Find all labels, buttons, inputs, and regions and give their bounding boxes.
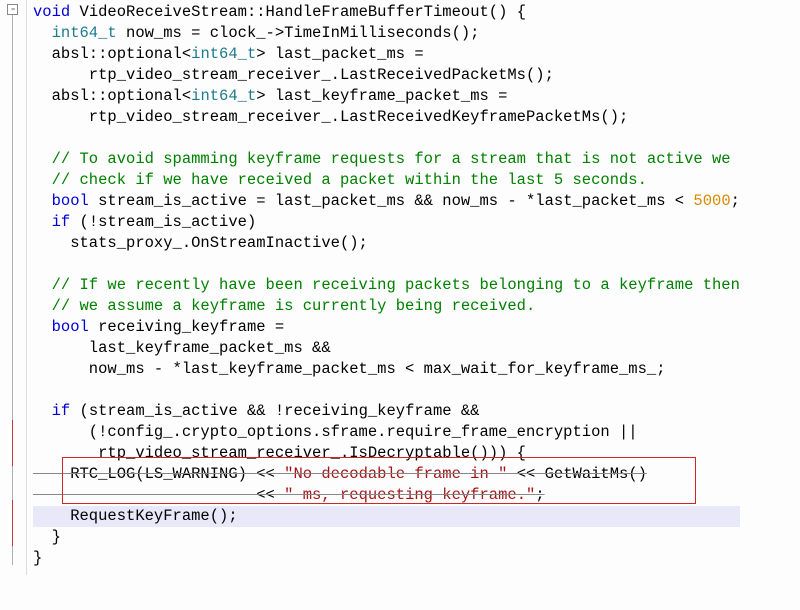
- tok: VideoReceiveStream::HandleFrameBufferTim…: [80, 3, 526, 21]
- tok-strike: <<: [33, 486, 284, 504]
- tok-num: 5000: [693, 192, 730, 210]
- tok-strike: RTC_LOG(LS_WARNING) <<: [33, 465, 284, 483]
- tok: stream_is_active = last_packet_ms && now…: [89, 192, 694, 210]
- tok: last_keyframe_packet_ms &&: [33, 339, 331, 357]
- tok-kw: if: [33, 213, 70, 231]
- tok-comment: // If we recently have been receiving pa…: [33, 276, 740, 294]
- tok: > last_keyframe_packet_ms =: [256, 87, 507, 105]
- tok-comment: // check if we have received a packet wi…: [33, 171, 647, 189]
- tok-kw: if: [33, 402, 70, 420]
- tok: absl::optional<: [33, 87, 191, 105]
- tok-kw: bool: [33, 318, 89, 336]
- tok: now_ms - *last_keyframe_packet_ms < max_…: [33, 360, 666, 378]
- tok-str: "No decodable frame in ": [284, 465, 507, 483]
- tok-strike: << GetWaitMs(): [507, 465, 647, 483]
- tok: (!stream_is_active): [70, 213, 256, 231]
- tok: absl::optional<: [33, 45, 191, 63]
- tok: now_ms = clock_->TimeInMilliseconds();: [117, 24, 480, 42]
- tok-type: int64_t: [191, 45, 256, 63]
- tok-comment: // To avoid spamming keyframe requests f…: [33, 150, 731, 168]
- tok: rtp_video_stream_receiver_.LastReceivedK…: [33, 108, 628, 126]
- tok: (!config_.crypto_options.sframe.require_…: [33, 423, 638, 441]
- tok-comment: // we assume a keyframe is currently bei…: [33, 297, 535, 315]
- tok: (stream_is_active && !receiving_keyframe…: [70, 402, 479, 420]
- tok-type: int64_t: [33, 24, 117, 42]
- fold-box-icon[interactable]: [7, 4, 18, 15]
- tok-type: int64_t: [191, 87, 256, 105]
- tok: receiving_keyframe =: [89, 318, 284, 336]
- tok: rtp_video_stream_receiver_.IsDecryptable…: [33, 444, 526, 462]
- tok-kw: void: [33, 3, 70, 21]
- tok: rtp_video_stream_receiver_.LastReceivedP…: [33, 66, 554, 84]
- tok: stats_proxy_.OnStreamInactive();: [33, 234, 368, 252]
- current-line: RequestKeyFrame();: [33, 506, 740, 527]
- tok-kw: bool: [33, 192, 89, 210]
- code-area[interactable]: void VideoReceiveStream::HandleFrameBuff…: [27, 0, 740, 575]
- tok: }: [33, 528, 61, 546]
- code-editor[interactable]: void VideoReceiveStream::HandleFrameBuff…: [0, 0, 800, 575]
- tok: }: [33, 549, 42, 567]
- tok-strike: ;: [535, 486, 544, 504]
- tok-str: " ms, requesting keyframe.": [284, 486, 535, 504]
- tok: > last_packet_ms =: [256, 45, 423, 63]
- fold-gutter: [0, 0, 27, 575]
- tok: ;: [731, 192, 740, 210]
